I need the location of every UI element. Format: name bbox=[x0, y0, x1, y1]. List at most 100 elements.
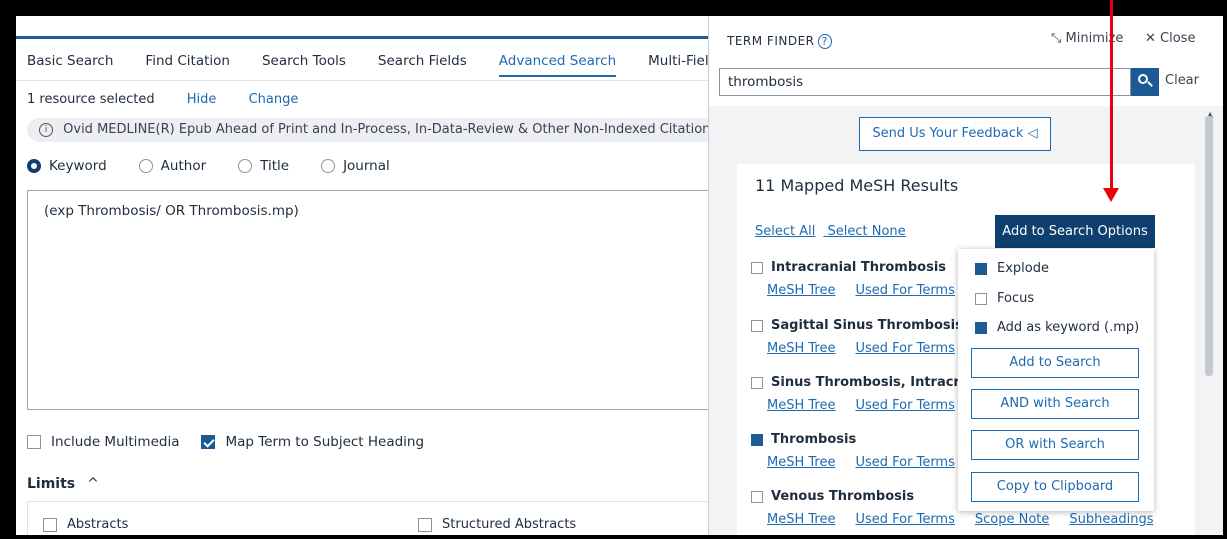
checkbox-icon bbox=[751, 376, 763, 389]
radio-author[interactable]: Author bbox=[138, 158, 207, 174]
term-row[interactable]: Sinus Thrombosis, Intracrania bbox=[751, 375, 991, 390]
or-with-search-button[interactable]: OR with Search bbox=[971, 430, 1139, 460]
feedback-label: Send Us Your Feedback bbox=[872, 126, 1024, 141]
checkbox-icon bbox=[751, 319, 763, 332]
used-for-terms-link[interactable]: Used For Terms bbox=[855, 341, 954, 356]
clear-button[interactable]: Clear bbox=[1165, 73, 1199, 88]
search-type-radios: Keyword Author Title Journal bbox=[27, 158, 422, 174]
feedback-button[interactable]: Send Us Your Feedback ◁ bbox=[859, 117, 1051, 151]
scrollbar-thumb[interactable] bbox=[1205, 116, 1213, 376]
list-item: Sinus Thrombosis, Intracrania MeSH Tree U… bbox=[751, 375, 991, 413]
explode-label: Explode bbox=[997, 261, 1049, 276]
search-main-panel: Basic Search Find Citation Search Tools … bbox=[16, 16, 716, 535]
used-for-terms-link[interactable]: Used For Terms bbox=[855, 455, 954, 470]
radio-journal[interactable]: Journal bbox=[321, 158, 390, 174]
close-button[interactable]: ✕ Close bbox=[1145, 31, 1195, 46]
change-link[interactable]: Change bbox=[249, 92, 299, 107]
radio-title[interactable]: Title bbox=[238, 158, 289, 174]
limit-abstracts[interactable]: Abstracts bbox=[43, 517, 128, 532]
megaphone-icon: ◁ bbox=[1027, 126, 1038, 141]
add-to-search-options-button[interactable]: Add to Search Options bbox=[995, 215, 1155, 248]
scope-note-link[interactable]: Scope Note bbox=[975, 512, 1050, 527]
tabs-divider bbox=[16, 80, 716, 81]
list-item: Thrombosis MeSH Tree Used For Terms bbox=[751, 432, 975, 470]
add-to-search-button[interactable]: Add to Search bbox=[971, 348, 1139, 378]
map-term-label: Map Term to Subject Heading bbox=[225, 434, 425, 450]
radio-journal-label: Journal bbox=[343, 158, 390, 174]
radio-keyword[interactable]: Keyword bbox=[27, 158, 107, 174]
copy-to-clipboard-button[interactable]: Copy to Clipboard bbox=[971, 472, 1139, 502]
and-with-search-button[interactable]: AND with Search bbox=[971, 389, 1139, 419]
frame-bottom bbox=[0, 535, 1227, 539]
tab-find-citation[interactable]: Find Citation bbox=[145, 53, 230, 77]
tab-search-tools[interactable]: Search Tools bbox=[262, 53, 346, 77]
tab-basic-search[interactable]: Basic Search bbox=[27, 53, 113, 77]
checkbox-icon bbox=[418, 517, 432, 532]
term-finder-header: TERM FINDER? ⤡ Minimize ✕ Close thrombos… bbox=[709, 16, 1223, 106]
radio-selected-icon bbox=[27, 159, 41, 173]
resource-count: 1 resource selected bbox=[27, 92, 155, 107]
used-for-terms-link[interactable]: Used For Terms bbox=[855, 512, 954, 527]
mesh-tree-link[interactable]: MeSH Tree bbox=[767, 398, 835, 413]
focus-label: Focus bbox=[997, 291, 1035, 306]
close-icon: ✕ bbox=[1145, 31, 1161, 46]
mesh-tree-link[interactable]: MeSH Tree bbox=[767, 512, 835, 527]
tab-advanced-search[interactable]: Advanced Search bbox=[498, 53, 617, 77]
term-links: MeSH Tree Used For Terms bbox=[767, 455, 975, 470]
subheadings-link[interactable]: Subheadings bbox=[1069, 512, 1153, 527]
resource-row: 1 resource selected Hide Change bbox=[27, 92, 298, 107]
tab-multi-field-search[interactable]: Multi-Field Sea bbox=[648, 53, 716, 77]
term-row[interactable]: Intracranial Thrombosis bbox=[751, 260, 975, 275]
results-title: 11 Mapped MeSH Results bbox=[755, 176, 959, 195]
include-multimedia-option[interactable]: Include Multimedia bbox=[27, 434, 179, 450]
radio-title-label: Title bbox=[260, 158, 290, 174]
checkbox-checked-icon bbox=[751, 433, 763, 446]
select-none-link[interactable]: Select None bbox=[828, 224, 906, 239]
frame-left bbox=[0, 0, 16, 539]
search-tabs: Basic Search Find Citation Search Tools … bbox=[27, 53, 716, 77]
radio-icon bbox=[138, 159, 153, 173]
limits-toggle[interactable]: Limits ^ bbox=[27, 476, 99, 492]
map-term-option[interactable]: Map Term to Subject Heading bbox=[201, 434, 424, 450]
term-search-button[interactable] bbox=[1131, 68, 1159, 96]
term-row[interactable]: Thrombosis bbox=[751, 432, 975, 447]
select-all-link[interactable]: Select All bbox=[755, 224, 815, 239]
checkbox-checked-icon bbox=[975, 321, 987, 334]
term-finder-title: TERM FINDER? bbox=[727, 34, 832, 49]
info-icon: i bbox=[39, 122, 53, 137]
used-for-terms-link[interactable]: Used For Terms bbox=[855, 398, 954, 413]
limits-label: Limits bbox=[27, 476, 76, 492]
hide-link[interactable]: Hide bbox=[187, 92, 217, 107]
mesh-tree-link[interactable]: MeSH Tree bbox=[767, 341, 835, 356]
limit-structured-abstracts[interactable]: Structured Abstracts bbox=[418, 517, 576, 532]
focus-option[interactable]: Focus bbox=[975, 291, 1034, 306]
limits-panel: Abstracts Structured Abstracts bbox=[27, 501, 716, 535]
select-links: Select All Select None bbox=[755, 224, 914, 239]
limit-abstracts-label: Abstracts bbox=[67, 517, 129, 532]
close-label: Close bbox=[1160, 31, 1196, 46]
term-search-input[interactable]: thrombosis bbox=[719, 68, 1131, 96]
term-row[interactable]: Sagittal Sinus Thrombosis bbox=[751, 318, 975, 333]
annotation-arrow-line bbox=[1110, 0, 1113, 190]
help-icon[interactable]: ? bbox=[817, 34, 832, 49]
checkbox-icon bbox=[751, 490, 763, 503]
term-links: MeSH Tree Used For Terms bbox=[767, 341, 975, 356]
minimize-icon: ⤡ bbox=[1051, 31, 1066, 46]
add-as-keyword-label: Add as keyword (.mp) bbox=[997, 320, 1140, 335]
checkbox-checked-icon bbox=[201, 435, 216, 449]
term-links: MeSH Tree Used For Terms Scope Note Subhead… bbox=[767, 512, 1173, 527]
term-name: Thrombosis bbox=[771, 432, 857, 447]
mesh-tree-link[interactable]: MeSH Tree bbox=[767, 455, 835, 470]
term-name: Sagittal Sinus Thrombosis bbox=[771, 318, 963, 333]
add-as-keyword-option[interactable]: Add as keyword (.mp) bbox=[975, 320, 1139, 335]
search-icon-handle bbox=[1147, 81, 1153, 87]
radio-icon bbox=[238, 159, 253, 173]
search-query-textarea[interactable]: (exp Thrombosis/ OR Thrombosis.mp) bbox=[27, 190, 716, 410]
used-for-terms-link[interactable]: Used For Terms bbox=[855, 283, 954, 298]
radio-author-label: Author bbox=[160, 158, 207, 174]
tab-search-fields[interactable]: Search Fields bbox=[378, 53, 467, 77]
checkbox-icon bbox=[751, 261, 763, 274]
term-finder-title-text: TERM FINDER bbox=[727, 34, 815, 48]
mesh-tree-link[interactable]: MeSH Tree bbox=[767, 283, 835, 298]
explode-option[interactable]: Explode bbox=[975, 261, 1049, 276]
